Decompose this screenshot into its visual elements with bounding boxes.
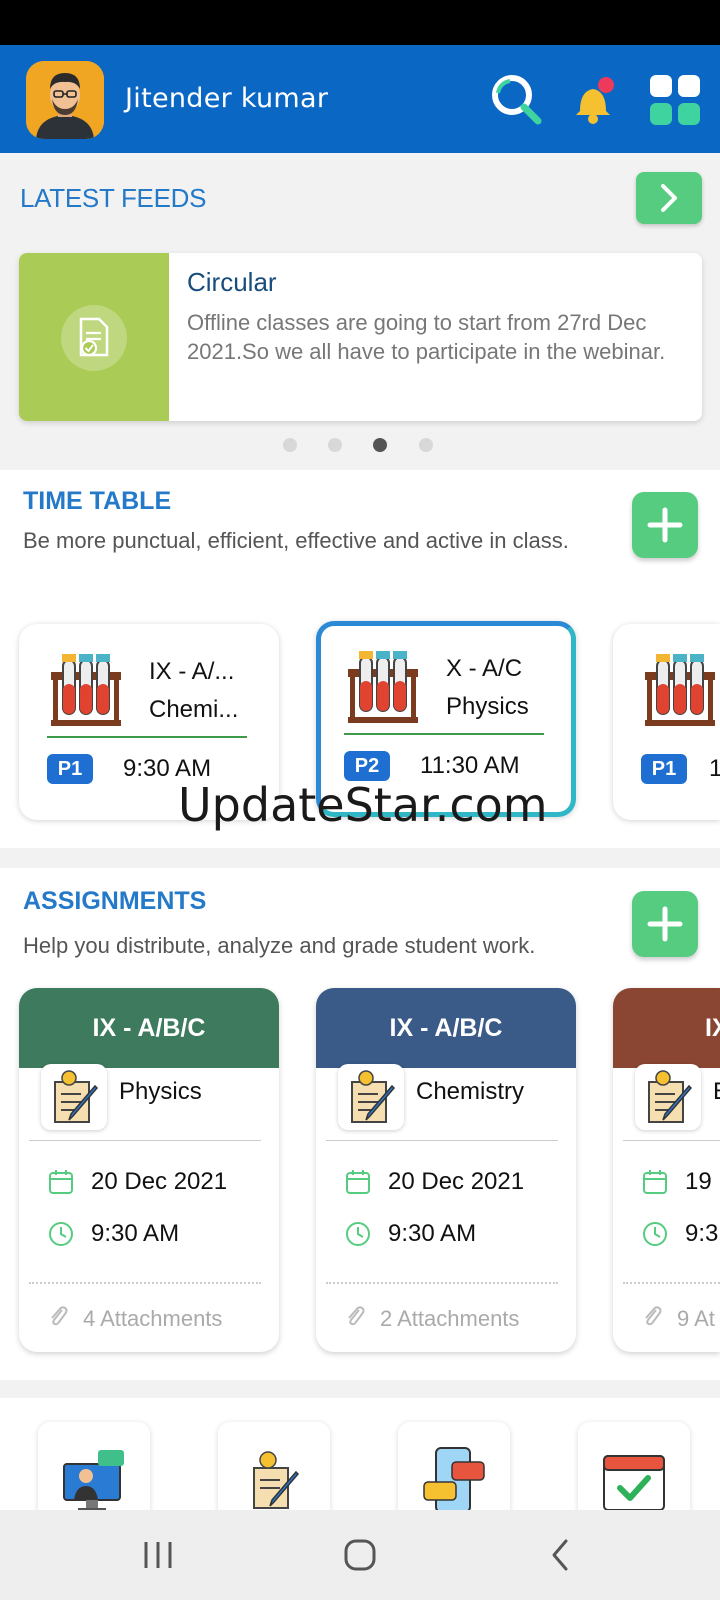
assignment-subject: Chemistry <box>416 1078 525 1105</box>
divider <box>326 1282 558 1284</box>
assignment-card[interactable]: IX - A/B/C Physics 20 Dec 2021 9:30 AM 4… <box>19 988 279 1352</box>
feeds-next-button[interactable] <box>636 172 702 224</box>
back-icon <box>552 1539 568 1571</box>
timetable-class: X - A/C <box>446 655 523 682</box>
feed-pager <box>283 438 443 454</box>
divider <box>29 1140 261 1141</box>
timetable-subject: Chemi... <box>149 696 239 723</box>
bell-icon[interactable] <box>564 71 622 129</box>
timetable-time: 11:30 AM <box>420 752 520 779</box>
app-header: Jitender kumar <box>0 45 720 153</box>
divider <box>326 1140 558 1141</box>
feed-card[interactable]: Circular Offline classes are going to st… <box>19 253 702 421</box>
paperclip-icon <box>51 1306 68 1326</box>
feed-thumbnail <box>19 253 169 421</box>
test-tubes-icon <box>348 651 418 723</box>
timetable-card-selected[interactable]: X - A/C Physics P2 11:30 AM <box>316 621 576 817</box>
home-button[interactable] <box>330 1532 390 1578</box>
pager-dot[interactable] <box>419 438 433 452</box>
timetable-time: 1 <box>709 755 720 782</box>
recent-apps-icon <box>144 1542 172 1568</box>
chevron-right-icon <box>661 184 677 212</box>
test-tubes-icon <box>51 654 121 726</box>
period-badge: P1 <box>641 754 687 784</box>
divider <box>623 1140 720 1141</box>
divider <box>29 1282 261 1284</box>
assignment-class: IX - A/B/C <box>316 988 576 1068</box>
assignment-attachments[interactable]: 9 At <box>677 1306 715 1332</box>
chat-icon <box>423 1447 485 1513</box>
status-bar <box>0 0 720 45</box>
timetable-subtitle: Be more punctual, efficient, effective a… <box>23 528 569 553</box>
feed-title: Circular <box>187 267 277 297</box>
add-timetable-button[interactable] <box>632 492 698 558</box>
assignment-icon <box>338 1064 404 1130</box>
clock-icon <box>643 1222 667 1246</box>
assignment-attachments[interactable]: 4 Attachments <box>83 1306 222 1332</box>
timetable-title: TIME TABLE <box>23 487 172 515</box>
attendance-link[interactable] <box>578 1422 690 1522</box>
assignment-date: 19 D <box>685 1168 720 1195</box>
divider <box>344 733 544 735</box>
assignment-time: 9:30 AM <box>388 1220 477 1247</box>
avatar[interactable] <box>26 61 104 139</box>
latest-feeds-title: LATEST FEEDS <box>20 183 207 213</box>
apps-grid-icon[interactable] <box>646 71 704 129</box>
timetable-card[interactable]: P1 1 <box>613 624 720 820</box>
timetable-subject: Physics <box>446 693 529 720</box>
calendar-icon <box>643 1170 667 1194</box>
user-name: Jitender kumar <box>125 83 329 114</box>
assignment-attachments[interactable]: 2 Attachments <box>380 1306 519 1332</box>
pager-dot[interactable] <box>283 438 297 452</box>
assignment-subject: E <box>713 1078 720 1106</box>
period-badge: P1 <box>47 754 93 784</box>
assignments-subtitle: Help you distribute, analyze and grade s… <box>23 933 536 958</box>
feed-text: Offline classes are going to start from … <box>187 310 666 364</box>
test-tubes-icon <box>645 654 715 726</box>
assignment-date: 20 Dec 2021 <box>91 1168 228 1195</box>
assignment-icon <box>253 1451 300 1509</box>
timetable-card[interactable]: IX - A/... Chemi... P1 9:30 AM <box>19 624 279 820</box>
calendar-icon <box>346 1170 370 1194</box>
assignment-subject: Physics <box>119 1078 202 1105</box>
home-icon <box>344 1539 376 1571</box>
assignment-icon <box>41 1064 107 1130</box>
plus-icon <box>647 507 683 543</box>
calendar-icon <box>49 1170 73 1194</box>
assignment-card[interactable]: IX E 19 D 9:3 9 At <box>613 988 720 1352</box>
chat-link[interactable] <box>398 1422 510 1522</box>
pager-dot-active[interactable] <box>373 438 387 452</box>
online-class-link[interactable] <box>38 1422 150 1522</box>
document-check-icon <box>79 317 109 357</box>
clock-icon <box>49 1222 73 1246</box>
system-nav-bar <box>0 1510 720 1600</box>
clock-icon <box>346 1222 370 1246</box>
assignment-class: IX <box>613 988 720 1068</box>
divider <box>623 1282 720 1284</box>
assignment-class: IX - A/B/C <box>19 988 279 1068</box>
assignment-time: 9:30 AM <box>91 1220 180 1247</box>
plus-icon <box>647 906 683 942</box>
paperclip-icon <box>348 1306 365 1326</box>
paperclip-icon <box>645 1306 662 1326</box>
search-icon[interactable] <box>488 71 546 129</box>
assignment-time: 9:3 <box>685 1220 719 1247</box>
assignment-date: 20 Dec 2021 <box>388 1168 525 1195</box>
online-class-icon <box>63 1450 124 1512</box>
assignment-card[interactable]: IX - A/B/C Chemistry 20 Dec 2021 9:30 AM… <box>316 988 576 1352</box>
back-button[interactable] <box>532 1532 592 1578</box>
timetable-time: 9:30 AM <box>123 755 212 782</box>
attendance-calendar-icon <box>603 1455 665 1511</box>
period-badge: P2 <box>344 751 390 781</box>
assignments-title: ASSIGNMENTS <box>23 887 207 915</box>
timetable-class: IX - A/... <box>149 658 235 685</box>
add-assignment-button[interactable] <box>632 891 698 957</box>
divider <box>47 736 247 738</box>
assignment-icon <box>635 1064 701 1130</box>
recent-apps-button[interactable] <box>128 1532 188 1578</box>
pager-dot[interactable] <box>328 438 342 452</box>
assignments-link[interactable] <box>218 1422 330 1522</box>
